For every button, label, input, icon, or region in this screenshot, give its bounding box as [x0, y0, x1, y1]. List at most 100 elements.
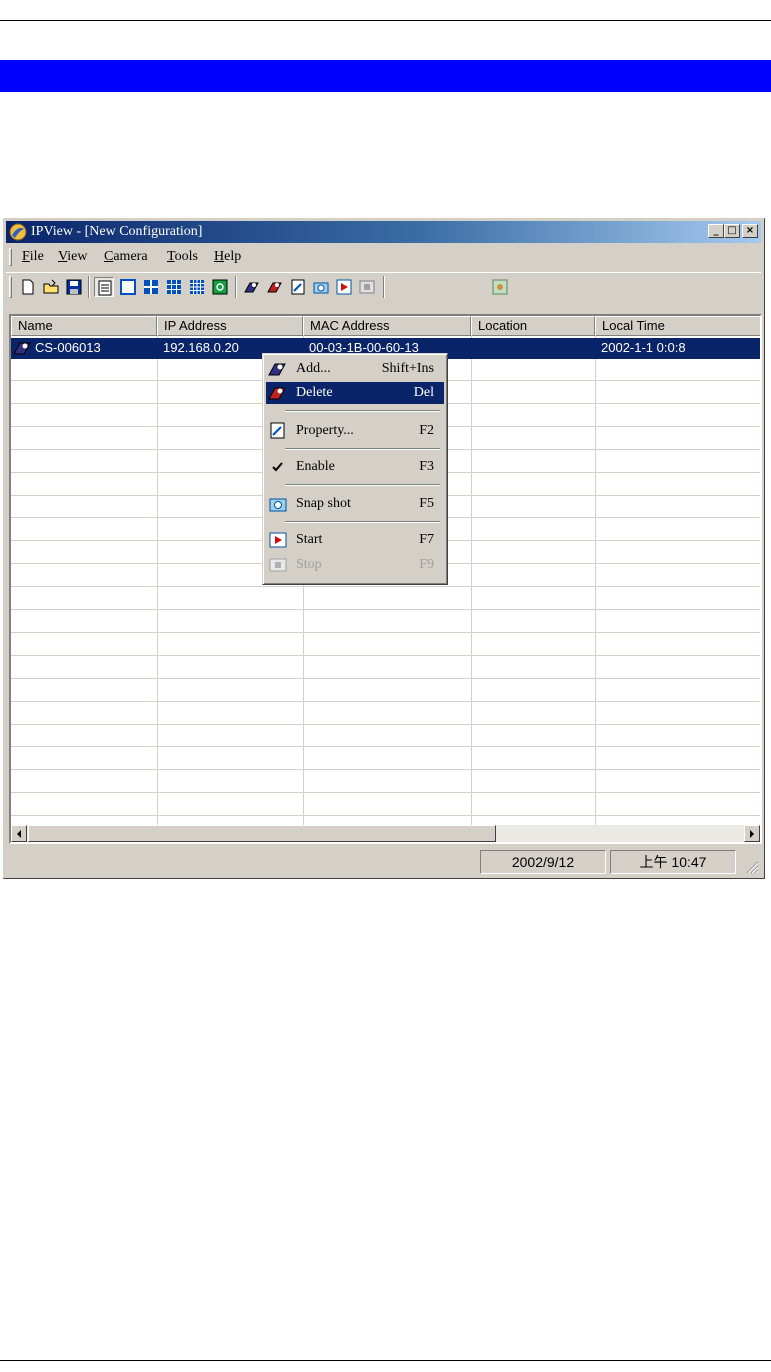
horizontal-scrollbar[interactable] [11, 825, 760, 842]
tools-icon [492, 279, 508, 295]
empty-list-row[interactable] [11, 748, 760, 771]
menu-item-snapshot-shortcut: F5 [419, 496, 434, 511]
grid-column-line [471, 336, 472, 826]
scroll-thumb[interactable] [28, 825, 496, 842]
menu-item-snapshot-label: Snap shot [296, 496, 351, 511]
stop-button[interactable] [357, 277, 377, 297]
new-file-button[interactable] [18, 277, 38, 297]
nine-view-button[interactable] [164, 277, 184, 297]
property-button[interactable] [288, 277, 308, 297]
close-button[interactable]: × [742, 224, 758, 238]
open-button[interactable] [41, 277, 61, 297]
list-view-icon [98, 280, 112, 296]
menu-item-add[interactable]: Add... Shift+Ins [266, 358, 444, 380]
menu-item-property[interactable]: Property... F2 [266, 420, 444, 442]
app-logo-icon [9, 223, 27, 241]
list-view-button[interactable] [94, 277, 114, 297]
menu-file[interactable]: File [22, 249, 44, 265]
empty-list-row[interactable] [11, 725, 760, 748]
menu-item-delete-shortcut: Del [413, 385, 434, 400]
snapshot-icon [313, 282, 329, 294]
empty-list-row[interactable] [11, 794, 760, 817]
menu-item-delete-label: Delete [296, 385, 333, 400]
column-header-name[interactable]: Name [11, 316, 157, 336]
delete-camera-button[interactable] [265, 277, 285, 297]
tools-button[interactable] [490, 277, 510, 297]
status-time: 上午 10:47 [610, 850, 736, 874]
scroll-left-button[interactable] [11, 825, 27, 842]
empty-list-row[interactable] [11, 680, 760, 702]
menu-item-stop[interactable]: Stop F9 [266, 554, 444, 576]
context-menu: Add... Shift+Ins Delete Del Property... … [262, 353, 448, 585]
snapshot-button[interactable] [311, 277, 331, 297]
single-view-icon [120, 279, 136, 295]
sixteen-view-icon [190, 280, 204, 294]
toolbar-separator [88, 276, 90, 298]
single-view-button[interactable] [118, 277, 138, 297]
title-bar[interactable]: IPView - [New Configuration] _ □ × [6, 221, 761, 243]
menu-item-enable-shortcut: F3 [419, 459, 434, 474]
column-header-mac[interactable]: MAC Address [303, 316, 471, 336]
menu-item-start-label: Start [296, 532, 323, 547]
menu-camera[interactable]: Camera [104, 249, 148, 265]
empty-list-row[interactable] [11, 611, 760, 633]
empty-list-row[interactable] [11, 657, 760, 679]
start-button[interactable] [334, 277, 354, 297]
quad-view-button[interactable] [141, 277, 161, 297]
menu-item-add-shortcut: Shift+Ins [381, 361, 434, 376]
arrow-right-icon [750, 830, 754, 838]
menu-item-delete[interactable]: Delete Del [266, 382, 444, 404]
cycle-view-button[interactable] [210, 277, 230, 297]
delete-camera-icon [267, 282, 282, 293]
menu-item-enable[interactable]: Enable F3 [266, 456, 444, 478]
top-rule [0, 20, 771, 21]
checkmark-icon [272, 462, 283, 472]
maximize-button[interactable]: □ [724, 224, 740, 238]
bottom-rule [0, 1360, 771, 1361]
section-banner [0, 60, 771, 92]
snapshot-icon [269, 498, 287, 512]
empty-list-row[interactable] [11, 634, 760, 656]
menu-item-snapshot[interactable]: Snap shot F5 [266, 493, 444, 515]
empty-list-row[interactable] [11, 703, 760, 725]
toolbar [6, 272, 761, 303]
toolbar-separator [235, 276, 237, 298]
menu-item-enable-label: Enable [296, 459, 335, 474]
window-title: IPView - [New Configuration] [31, 224, 203, 239]
menu-item-stop-label: Stop [296, 557, 322, 572]
column-header-ip[interactable]: IP Address [157, 316, 303, 336]
menubar-grip[interactable] [9, 248, 12, 266]
menu-tools[interactable]: Tools [167, 249, 198, 265]
property-icon [270, 422, 285, 439]
menu-help[interactable]: Help [214, 249, 241, 265]
camera-icon [13, 342, 31, 355]
resize-grip-icon[interactable] [745, 860, 759, 874]
quad-view-icon [144, 280, 158, 294]
cell-name: CS-006013 [35, 340, 101, 355]
start-icon [336, 279, 352, 295]
status-date: 2002/9/12 [480, 850, 606, 874]
minimize-button[interactable]: _ [708, 224, 724, 238]
open-folder-icon [43, 279, 59, 294]
menu-item-start[interactable]: Start F7 [266, 529, 444, 551]
menu-item-add-label: Add... [296, 361, 331, 376]
scroll-right-button[interactable] [744, 825, 760, 842]
empty-list-row[interactable] [11, 588, 760, 610]
new-file-icon [22, 279, 34, 295]
list-header: Name IP Address MAC Address Location Loc… [11, 316, 760, 336]
add-camera-button[interactable] [242, 277, 262, 297]
cycle-view-icon [212, 279, 228, 295]
menu-bar: File View Camera Tools Help [6, 246, 761, 268]
delete-camera-icon [268, 387, 286, 400]
menu-view[interactable]: View [58, 249, 88, 265]
save-disk-icon [66, 279, 82, 295]
column-header-location[interactable]: Location [471, 316, 595, 336]
toolbar-separator [383, 276, 385, 298]
column-header-local-time[interactable]: Local Time [595, 316, 760, 336]
sixteen-view-button[interactable] [187, 277, 207, 297]
menu-separator [285, 448, 440, 450]
empty-list-row[interactable] [11, 771, 760, 794]
menu-separator [285, 410, 440, 412]
toolbar-grip[interactable] [9, 276, 12, 298]
save-button[interactable] [64, 277, 84, 297]
